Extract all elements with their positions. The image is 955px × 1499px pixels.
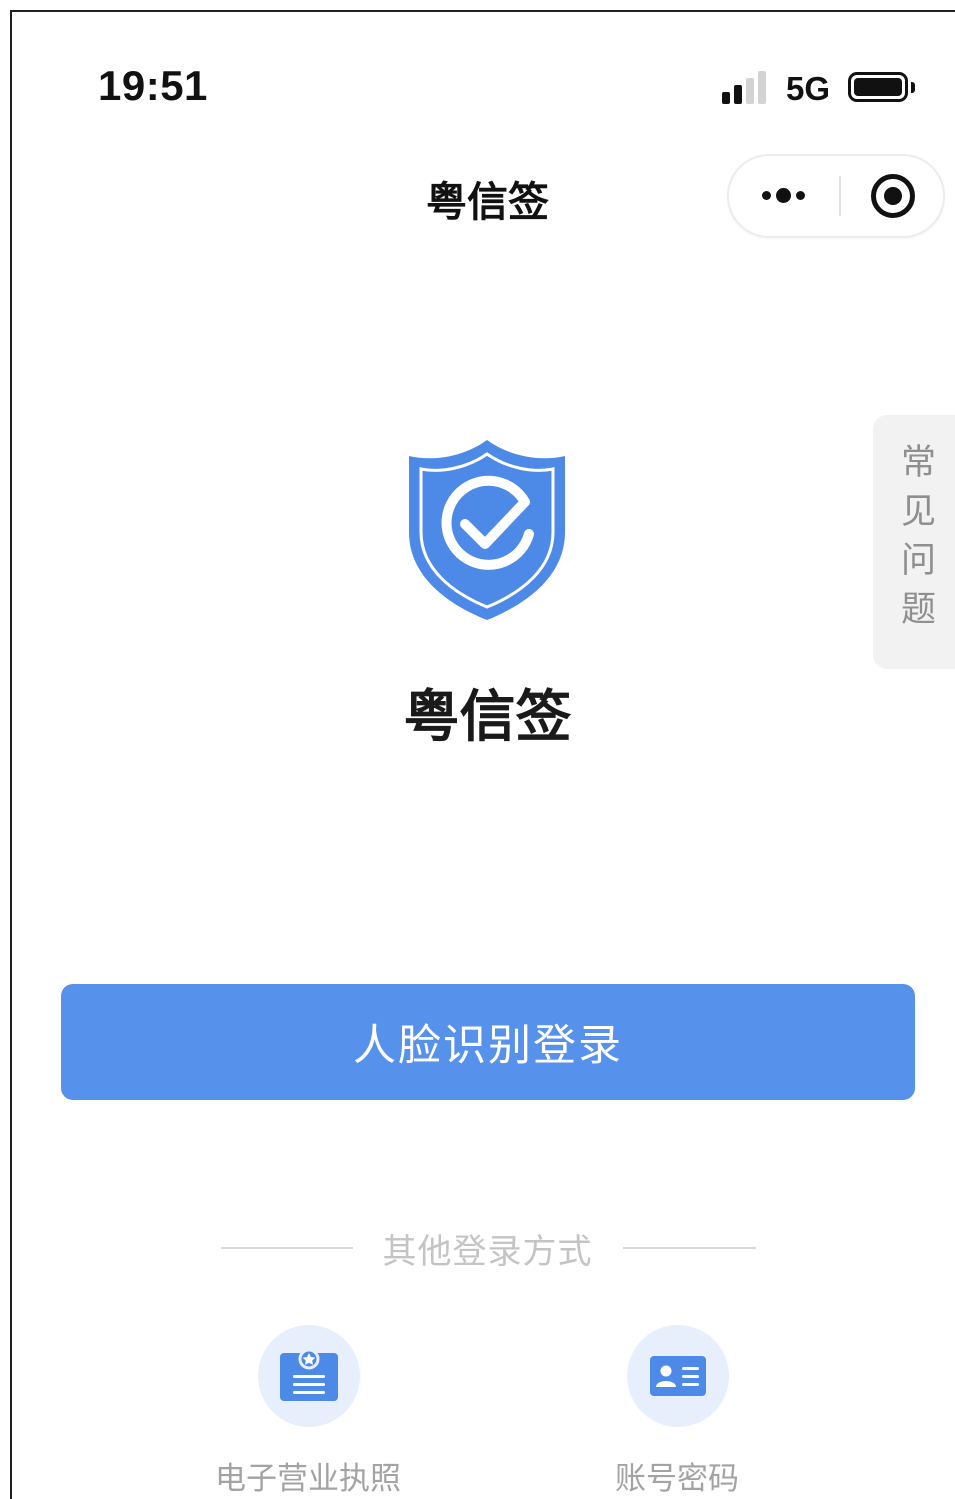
shield-check-icon — [409, 440, 565, 620]
signal-icon — [722, 70, 774, 104]
dot — [796, 191, 805, 200]
face-recognition-login-button[interactable]: 人脸识别登录 — [61, 984, 915, 1100]
status-time: 19:51 — [98, 62, 208, 109]
network-label: 5G — [786, 70, 831, 107]
target-icon — [871, 174, 915, 218]
battery-cap — [911, 82, 915, 93]
faq-tab[interactable]: 常见问题 — [873, 415, 955, 669]
dot — [762, 191, 771, 200]
signal-bar — [734, 85, 742, 104]
business-license-icon-bg — [258, 1325, 360, 1427]
battery-fill — [854, 78, 902, 96]
account-card-icon — [650, 1356, 706, 1396]
other-login-label: 其他登录方式 — [382, 1232, 593, 1272]
signal-bar — [758, 71, 766, 104]
account-card-icon-bg — [627, 1325, 729, 1427]
account-password-label: 账号密码 — [615, 1461, 739, 1497]
signal-bar — [722, 92, 730, 104]
brand-title: 粤信签 — [403, 685, 572, 750]
business-license-icon — [280, 1348, 338, 1401]
close-button[interactable] — [841, 156, 945, 236]
faq-label: 常见问题 — [895, 443, 935, 639]
account-password-login[interactable]: 账号密码 — [567, 1325, 787, 1497]
dot — [776, 188, 791, 203]
mini-program-capsule — [727, 154, 945, 238]
signal-bar — [746, 78, 754, 104]
battery-icon — [848, 72, 908, 102]
business-license-label: 电子营业执照 — [215, 1461, 401, 1497]
shield-outer — [409, 440, 565, 620]
divider-right — [623, 1247, 756, 1249]
more-button[interactable] — [729, 156, 839, 236]
business-license-login[interactable]: 电子营业执照 — [198, 1325, 418, 1497]
